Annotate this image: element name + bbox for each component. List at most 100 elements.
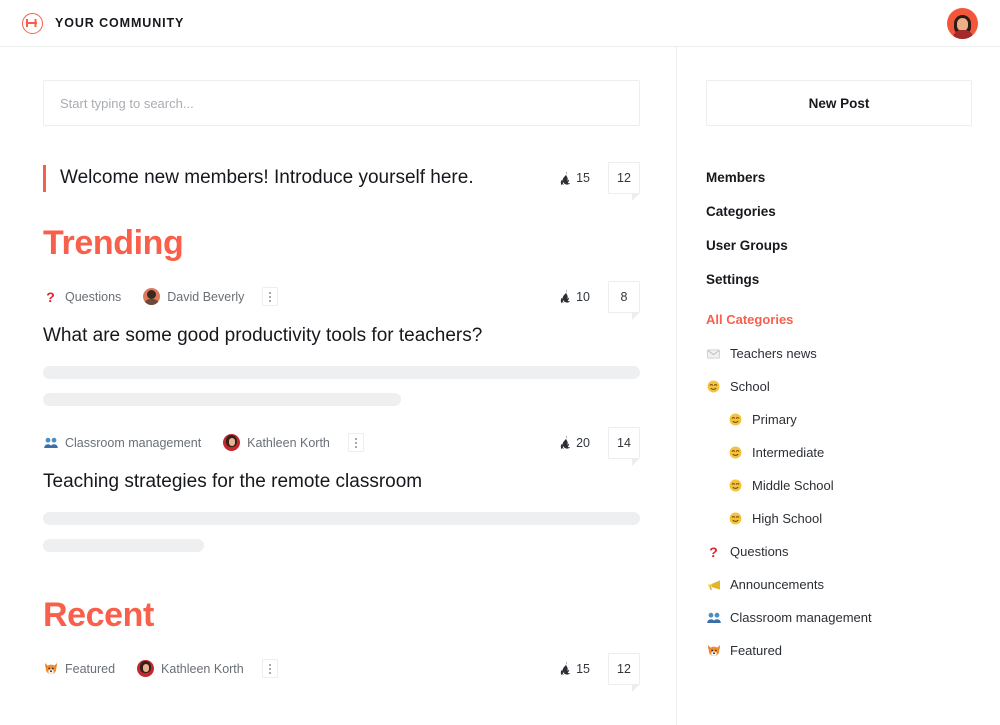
post-stats: 15 12 — [559, 653, 640, 685]
sidebar-item-categories[interactable]: Categories — [706, 204, 972, 219]
app-header: YOUR COMMUNITY — [0, 0, 1000, 47]
post-item[interactable]: ? Questions David Beverly — [43, 286, 640, 406]
category-item-teachers-news[interactable]: Teachers news — [706, 346, 972, 361]
category-label: Questions — [730, 544, 789, 559]
category-label: Classroom management — [730, 610, 872, 625]
comment-count-badge[interactable]: 14 — [608, 427, 640, 459]
avatar-face — [952, 14, 974, 39]
post-excerpt-skeleton — [43, 512, 640, 552]
dot — [355, 438, 357, 440]
author-avatar — [223, 434, 240, 451]
post-menu-button[interactable] — [348, 433, 364, 452]
post-meta: ? Questions David Beverly — [43, 286, 640, 307]
comment-count-badge[interactable]: 12 — [608, 653, 640, 685]
dot — [269, 668, 271, 670]
header-right — [947, 8, 978, 39]
main-column: Welcome new members! Introduce yourself … — [0, 47, 677, 725]
flame-stat[interactable]: 15 — [559, 171, 590, 186]
people-icon — [43, 435, 58, 450]
brand[interactable]: YOUR COMMUNITY — [22, 13, 184, 34]
post-category-label: Questions — [65, 290, 121, 304]
question-mark-icon: ? — [43, 289, 58, 304]
smiling-face-icon — [728, 445, 743, 460]
category-item-primary[interactable]: Primary — [706, 412, 972, 427]
skeleton-line — [43, 393, 401, 406]
comment-count-badge[interactable]: 8 — [608, 281, 640, 313]
post-author[interactable]: Kathleen Korth — [137, 660, 244, 677]
welcome-stats: 15 12 — [559, 162, 640, 194]
post-category[interactable]: Classroom management — [43, 435, 201, 450]
post-item[interactable]: Classroom management Kathleen Korth — [43, 432, 640, 552]
new-post-button[interactable]: New Post — [706, 80, 972, 126]
avatar[interactable] — [947, 8, 978, 39]
body-wrap: Welcome new members! Introduce yourself … — [0, 47, 1000, 725]
dot — [355, 446, 357, 448]
category-label: School — [730, 379, 770, 394]
brand-title: YOUR COMMUNITY — [55, 16, 184, 30]
category-item-school[interactable]: School — [706, 379, 972, 394]
question-mark-icon: ? — [706, 544, 721, 559]
post-category[interactable]: ? Questions — [43, 289, 121, 304]
skeleton-line — [43, 539, 204, 552]
post-menu-button[interactable] — [262, 287, 278, 306]
category-item-classroom-management[interactable]: Classroom management — [706, 610, 972, 625]
category-label: Teachers news — [730, 346, 817, 361]
accent-bar — [43, 165, 46, 192]
comment-count-badge[interactable]: 12 — [608, 162, 640, 194]
category-label: High School — [752, 511, 822, 526]
welcome-banner[interactable]: Welcome new members! Introduce yourself … — [43, 162, 640, 194]
category-item-announcements[interactable]: Announcements — [706, 577, 972, 592]
section-title-trending: Trending — [43, 224, 640, 263]
post-author[interactable]: Kathleen Korth — [223, 434, 330, 451]
people-icon — [706, 610, 721, 625]
dot — [269, 296, 271, 298]
post-title[interactable]: Teaching strategies for the remote class… — [43, 471, 640, 493]
flame-icon — [559, 661, 572, 676]
flame-icon — [559, 289, 572, 304]
category-item-intermediate[interactable]: Intermediate — [706, 445, 972, 460]
category-label: Primary — [752, 412, 797, 427]
post-item[interactable]: Featured Kathleen Korth — [43, 658, 640, 679]
sidebar-nav: Members Categories User Groups Settings — [706, 170, 972, 287]
post-author-name: Kathleen Korth — [161, 662, 244, 676]
flame-stat[interactable]: 10 — [559, 289, 590, 304]
avatar-body — [953, 30, 973, 39]
smiling-face-icon — [706, 379, 721, 394]
search-input[interactable] — [60, 96, 623, 111]
author-avatar — [143, 288, 160, 305]
post-author-name: David Beverly — [167, 290, 244, 304]
post-category-label: Classroom management — [65, 436, 201, 450]
smiling-face-icon — [728, 478, 743, 493]
flame-stat[interactable]: 20 — [559, 435, 590, 450]
flame-stat[interactable]: 15 — [559, 661, 590, 676]
search-box[interactable] — [43, 80, 640, 126]
category-item-high-school[interactable]: High School — [706, 511, 972, 526]
community-logo-icon — [22, 13, 43, 34]
skeleton-line — [43, 512, 640, 525]
flame-count: 10 — [576, 290, 590, 304]
category-label: Intermediate — [752, 445, 824, 460]
post-excerpt-skeleton — [43, 366, 640, 406]
category-label: Middle School — [752, 478, 834, 493]
dot — [269, 292, 271, 294]
post-stats: 10 8 — [559, 281, 640, 313]
post-title[interactable]: What are some good productivity tools fo… — [43, 325, 640, 347]
sidebar-item-user-groups[interactable]: User Groups — [706, 238, 972, 253]
section-title-recent: Recent — [43, 596, 640, 635]
sidebar-item-settings[interactable]: Settings — [706, 272, 972, 287]
dot — [269, 300, 271, 302]
all-categories-title[interactable]: All Categories — [706, 312, 972, 327]
dot — [269, 664, 271, 666]
category-item-middle-school[interactable]: Middle School — [706, 478, 972, 493]
post-menu-button[interactable] — [262, 659, 278, 678]
flame-icon — [559, 171, 572, 186]
sidebar-item-members[interactable]: Members — [706, 170, 972, 185]
fox-icon — [43, 661, 58, 676]
skeleton-line — [43, 366, 640, 379]
category-item-featured[interactable]: Featured — [706, 643, 972, 658]
category-item-questions[interactable]: ? Questions — [706, 544, 972, 559]
post-author[interactable]: David Beverly — [143, 288, 244, 305]
flame-icon — [559, 435, 572, 450]
post-category[interactable]: Featured — [43, 661, 115, 676]
dot — [269, 672, 271, 674]
